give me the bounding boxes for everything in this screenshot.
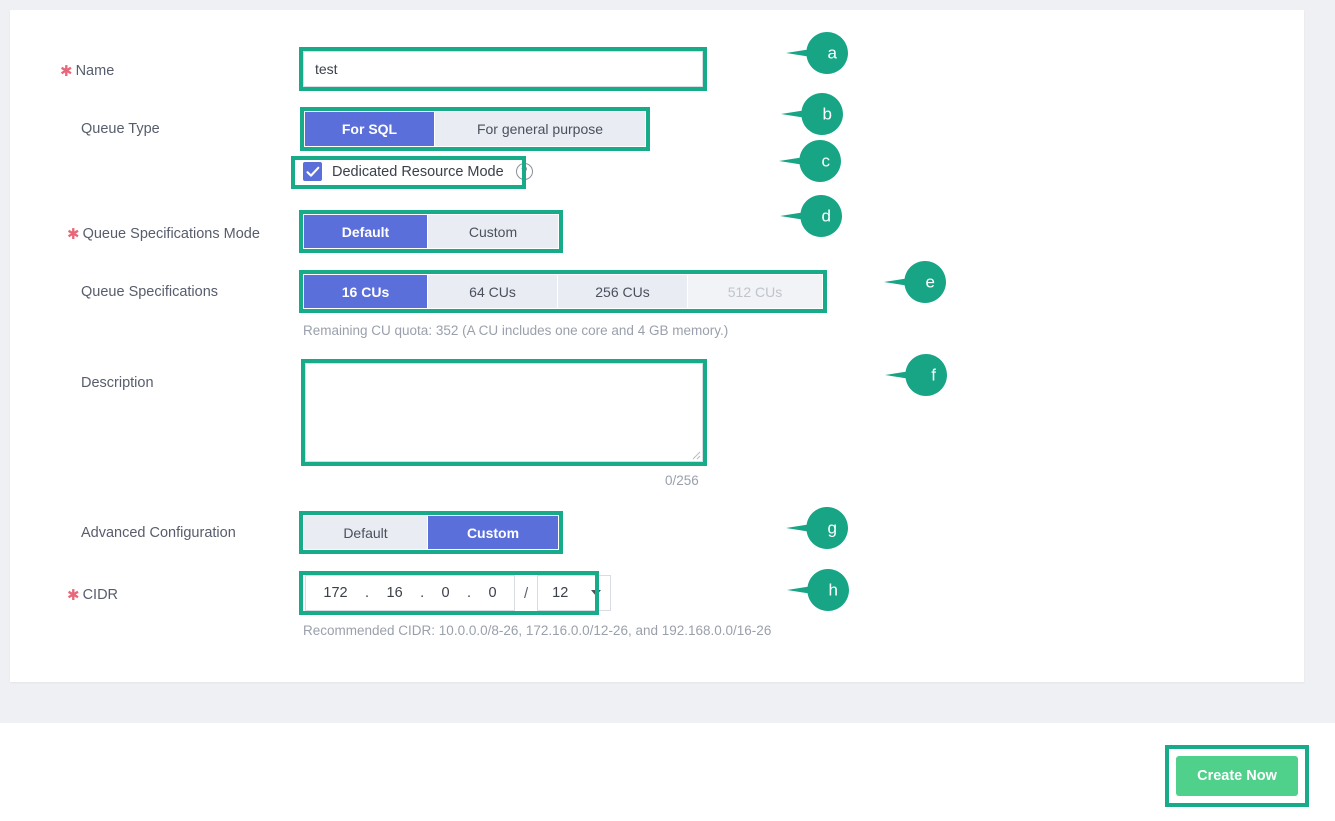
queue-spec-mode-segmented[interactable]: Default Custom	[303, 214, 559, 249]
segment-for-sql[interactable]: For SQL	[305, 112, 435, 146]
label-queue-specifications: Queue Specifications	[81, 284, 219, 300]
segment-spec-mode-default[interactable]: Default	[304, 215, 428, 248]
name-input[interactable]	[303, 51, 703, 87]
label-cidr: ✱ CIDR	[67, 587, 119, 604]
segment-64-cus[interactable]: 64 CUs	[428, 275, 558, 308]
callout-letter-d: d	[821, 206, 831, 226]
segment-advanced-custom[interactable]: Custom	[428, 516, 558, 549]
cidr-dot-1: .	[365, 585, 370, 601]
cidr-dot-2: .	[420, 585, 425, 601]
cidr-input-group: 172 . 16 . 0 . 0 / 12	[305, 575, 612, 611]
pin-shape-icon	[780, 195, 842, 237]
dedicated-resource-mode-checkbox[interactable]	[303, 162, 322, 181]
pin-shape-icon	[787, 569, 849, 611]
callout-pin-h: h	[787, 569, 849, 611]
pin-shape-icon	[885, 354, 947, 396]
segment-advanced-default[interactable]: Default	[304, 516, 428, 549]
create-now-button[interactable]: Create Now	[1176, 756, 1298, 796]
label-name: ✱ Name	[60, 63, 115, 80]
callout-pin-e: e	[884, 261, 946, 303]
queue-type-segmented[interactable]: For SQL For general purpose	[304, 111, 646, 147]
required-asterisk-cidr: ✱	[67, 587, 80, 604]
callout-letter-h: h	[828, 580, 838, 600]
segment-512-cus: 512 CUs	[688, 275, 822, 308]
question-mark-circle-icon[interactable]: ?	[515, 163, 533, 180]
create-queue-form-card: ✱Name Queue Type For SQL For general pur…	[10, 10, 1304, 682]
pin-shape-icon	[786, 32, 848, 74]
required-asterisk-name: ✱	[60, 63, 73, 80]
cidr-octet-2[interactable]: 16	[385, 585, 405, 601]
callout-letter-e: e	[925, 272, 935, 292]
cidr-mask-value: 12	[552, 585, 569, 601]
dedicated-resource-mode-label: Dedicated Resource Mode	[332, 163, 504, 180]
cidr-dot-3: .	[467, 585, 472, 601]
segment-16-cus[interactable]: 16 CUs	[304, 275, 428, 308]
cidr-octet-1[interactable]: 172	[321, 585, 349, 601]
label-advanced-configuration: Advanced Configuration	[81, 525, 236, 541]
callout-pin-f: f	[885, 354, 947, 396]
helper-text-recommended-cidr: Recommended CIDR: 10.0.0.0/8-26, 172.16.…	[303, 623, 772, 638]
callout-pin-b: b	[781, 93, 843, 135]
segment-spec-mode-custom[interactable]: Custom	[428, 215, 558, 248]
checkmark-icon	[306, 166, 320, 177]
callout-letter-b: b	[822, 104, 832, 124]
description-char-counter: 0/256	[665, 473, 699, 488]
label-queue-spec-mode: ✱ Queue Specifications Mode	[67, 226, 260, 243]
callout-letter-f: f	[931, 365, 936, 385]
callout-pin-g: g	[786, 507, 848, 549]
description-textarea[interactable]	[305, 363, 703, 462]
helper-text-cu-quota: Remaining CU quota: 352 (A CU includes o…	[303, 323, 729, 338]
cidr-octet-3[interactable]: 0	[440, 585, 452, 601]
pin-shape-icon	[786, 507, 848, 549]
pin-shape-icon	[884, 261, 946, 303]
cidr-octet-4[interactable]: 0	[486, 585, 498, 601]
callout-letter-c: c	[821, 151, 831, 171]
label-description: Description	[81, 375, 154, 391]
cidr-ip-input[interactable]: 172 . 16 . 0 . 0	[305, 575, 515, 611]
cidr-mask-select[interactable]: 12	[537, 575, 612, 611]
queue-specifications-segmented[interactable]: 16 CUs 64 CUs 256 CUs 512 CUs	[303, 274, 823, 309]
callout-pin-c: c	[779, 140, 841, 182]
pin-shape-icon	[779, 140, 841, 182]
segment-256-cus[interactable]: 256 CUs	[558, 275, 688, 308]
callout-letter-a: a	[827, 43, 837, 63]
callout-letter-g: g	[827, 518, 837, 538]
callout-pin-a: a	[786, 32, 848, 74]
dedicated-resource-mode-row: Dedicated Resource Mode ?	[303, 162, 533, 181]
label-queue-type: Queue Type	[81, 121, 160, 137]
pin-shape-icon	[781, 93, 843, 135]
callout-pin-d: d	[780, 195, 842, 237]
advanced-configuration-segmented[interactable]: Default Custom	[303, 515, 559, 550]
footer-bar	[0, 723, 1335, 821]
required-asterisk-queue-spec-mode: ✱	[67, 226, 80, 243]
segment-for-general-purpose[interactable]: For general purpose	[435, 112, 645, 146]
chevron-down-icon	[591, 590, 602, 596]
cidr-slash-separator: /	[524, 584, 529, 602]
